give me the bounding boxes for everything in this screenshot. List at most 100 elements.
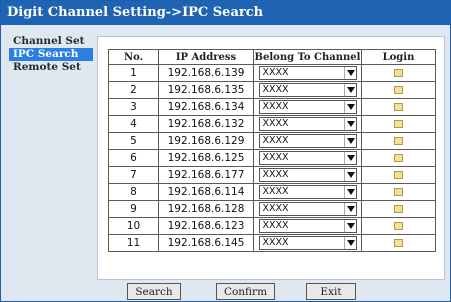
channel-select-value: XXXX: [262, 169, 289, 180]
dialog-window: Digit Channel Setting->IPC Search Channe…: [0, 0, 451, 302]
channel-cell: XXXX: [253, 183, 362, 201]
login-cell: [361, 200, 436, 218]
login-icon[interactable]: [394, 120, 403, 128]
login-cell: [361, 64, 436, 82]
table-row: 3 192.168.6.134 XXXX: [108, 98, 436, 116]
login-icon[interactable]: [394, 205, 403, 213]
chevron-down-icon[interactable]: [343, 237, 356, 249]
channel-cell: XXXX: [253, 149, 362, 167]
channel-select-value: XXXX: [262, 152, 289, 163]
table-row: 1 192.168.6.139 XXXX: [108, 64, 436, 82]
table-row: 7 192.168.6.177 XXXX: [108, 166, 436, 184]
channel-select-value: XXXX: [262, 186, 289, 197]
login-cell: [361, 115, 436, 133]
login-cell: [361, 166, 436, 184]
row-ip-address: 192.168.6.135: [158, 81, 254, 99]
channel-cell: XXXX: [253, 115, 362, 133]
row-ip-address: 192.168.6.129: [158, 132, 254, 150]
channel-select[interactable]: XXXX: [258, 117, 357, 131]
channel-select[interactable]: XXXX: [258, 202, 357, 216]
column-header-ip-address: IP Address: [158, 49, 254, 65]
chevron-down-icon[interactable]: [343, 84, 356, 96]
row-number: 4: [108, 115, 159, 133]
login-icon[interactable]: [394, 154, 403, 162]
channel-select-value: XXXX: [262, 67, 289, 78]
channel-select[interactable]: XXXX: [258, 151, 357, 165]
channel-cell: XXXX: [253, 200, 362, 218]
row-number: 8: [108, 183, 159, 201]
row-ip-address: 192.168.6.134: [158, 98, 254, 116]
row-number: 2: [108, 81, 159, 99]
row-number: 1: [108, 64, 159, 82]
row-ip-address: 192.168.6.139: [158, 64, 254, 82]
chevron-down-icon[interactable]: [343, 135, 356, 147]
content-panel: No. IP Address Belong To Channel Login 1…: [97, 36, 445, 280]
channel-select-value: XXXX: [262, 84, 289, 95]
table-row: 6 192.168.6.125 XXXX: [108, 149, 436, 167]
row-number: 11: [108, 234, 159, 252]
login-icon[interactable]: [394, 137, 403, 145]
login-icon[interactable]: [394, 171, 403, 179]
channel-cell: XXXX: [253, 234, 362, 252]
row-ip-address: 192.168.6.128: [158, 200, 254, 218]
table-row: 8 192.168.6.114 XXXX: [108, 183, 436, 201]
login-icon[interactable]: [394, 86, 403, 94]
channel-cell: XXXX: [253, 64, 362, 82]
login-icon[interactable]: [394, 239, 403, 247]
row-ip-address: 192.168.6.125: [158, 149, 254, 167]
channel-select[interactable]: XXXX: [258, 66, 357, 80]
window-title: Digit Channel Setting->IPC Search: [1, 1, 450, 25]
login-icon[interactable]: [394, 69, 403, 77]
channel-cell: XXXX: [253, 98, 362, 116]
channel-select-value: XXXX: [262, 101, 289, 112]
channel-select-value: XXXX: [262, 118, 289, 129]
channel-select[interactable]: XXXX: [258, 83, 357, 97]
column-header-belong-to-channel: Belong To Channel: [253, 49, 362, 65]
table-row: 5 192.168.6.129 XXXX: [108, 132, 436, 150]
channel-select[interactable]: XXXX: [258, 134, 357, 148]
row-number: 7: [108, 166, 159, 184]
chevron-down-icon[interactable]: [343, 101, 356, 113]
button-bar: Search Confirm Exit: [1, 283, 450, 301]
channel-select[interactable]: XXXX: [258, 168, 357, 182]
login-cell: [361, 132, 436, 150]
confirm-button[interactable]: Confirm: [216, 283, 275, 300]
channel-select[interactable]: XXXX: [258, 219, 357, 233]
channel-select-value: XXXX: [262, 135, 289, 146]
channel-select[interactable]: XXXX: [258, 100, 357, 114]
table-row: 2 192.168.6.135 XXXX: [108, 81, 436, 99]
row-number: 6: [108, 149, 159, 167]
chevron-down-icon[interactable]: [343, 220, 356, 232]
column-header-login: Login: [361, 49, 436, 65]
chevron-down-icon[interactable]: [343, 152, 356, 164]
sidebar-item-ipc-search[interactable]: IPC Search: [9, 48, 93, 61]
row-ip-address: 192.168.6.132: [158, 115, 254, 133]
chevron-down-icon[interactable]: [343, 203, 356, 215]
table-row: 4 192.168.6.132 XXXX: [108, 115, 436, 133]
channel-select[interactable]: XXXX: [258, 236, 357, 250]
login-icon[interactable]: [394, 188, 403, 196]
login-icon[interactable]: [394, 103, 403, 111]
sidebar-item-remote-set[interactable]: Remote Set: [9, 61, 93, 74]
table-row: 11 192.168.6.145 XXXX: [108, 234, 436, 252]
channel-select-value: XXXX: [262, 237, 289, 248]
search-button[interactable]: Search: [127, 283, 181, 300]
channel-select-value: XXXX: [262, 220, 289, 231]
chevron-down-icon[interactable]: [343, 118, 356, 130]
channel-cell: XXXX: [253, 81, 362, 99]
row-number: 5: [108, 132, 159, 150]
exit-button[interactable]: Exit: [306, 283, 356, 300]
channel-select[interactable]: XXXX: [258, 185, 357, 199]
row-number: 9: [108, 200, 159, 218]
chevron-down-icon[interactable]: [343, 169, 356, 181]
login-cell: [361, 183, 436, 201]
login-icon[interactable]: [394, 222, 403, 230]
sidebar-item-channel-set[interactable]: Channel Set: [9, 35, 93, 48]
channel-cell: XXXX: [253, 166, 362, 184]
channel-cell: XXXX: [253, 132, 362, 150]
chevron-down-icon[interactable]: [343, 67, 356, 79]
login-cell: [361, 98, 436, 116]
table-row: 10 192.168.6.123 XXXX: [108, 217, 436, 235]
chevron-down-icon[interactable]: [343, 186, 356, 198]
row-number: 10: [108, 217, 159, 235]
